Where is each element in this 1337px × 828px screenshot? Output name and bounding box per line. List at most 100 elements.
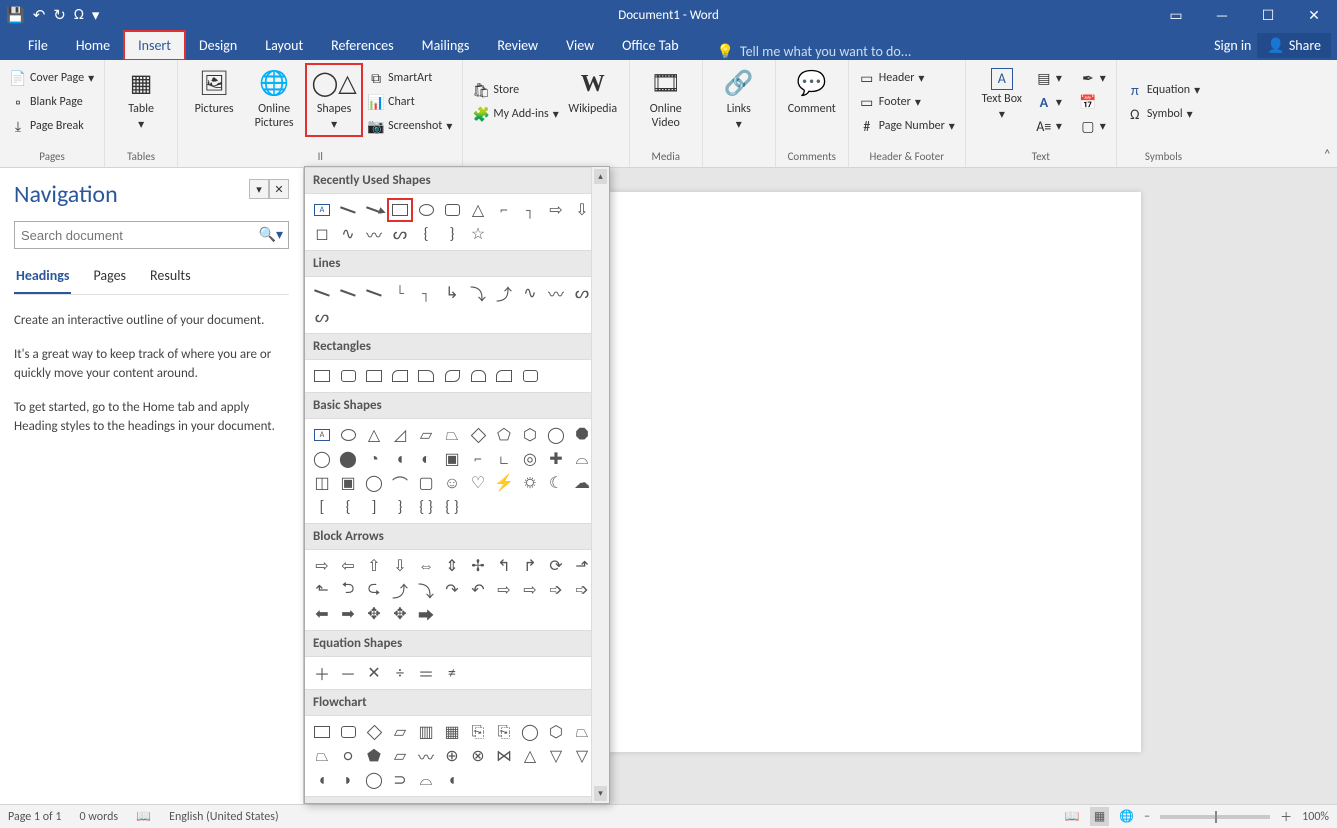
shape-free[interactable]: 〰 — [362, 223, 386, 245]
shape-arrow[interactable]: ⇕ — [440, 555, 464, 577]
shape-decision[interactable] — [362, 721, 386, 743]
subtab-pages[interactable]: Pages — [91, 261, 128, 294]
shape-rect[interactable] — [414, 365, 438, 387]
shape-frame[interactable]: ▣ — [440, 448, 464, 470]
shape-arrow[interactable]: ⇨ — [492, 579, 516, 601]
shape-arrow[interactable]: ⮌ — [336, 579, 360, 601]
shape-textbox[interactable]: A — [310, 199, 334, 221]
shape-arrow[interactable]: ⬏ — [570, 555, 594, 577]
shape-down-arrow[interactable]: ⇩ — [570, 199, 594, 221]
shape-rect[interactable] — [440, 365, 464, 387]
shape-sun[interactable]: ☼ — [518, 472, 542, 494]
shape-sum[interactable]: ⊕ — [440, 745, 464, 767]
shape-curve[interactable]: ⤴ — [492, 282, 516, 304]
shape-manual-input[interactable]: ⏢ — [570, 721, 594, 743]
shape-not-equal[interactable]: ≠ — [440, 662, 464, 684]
shape-teardrop[interactable]: ◐ — [414, 448, 438, 470]
shape-ellipse[interactable] — [414, 199, 438, 221]
shape-lshape[interactable]: ∟ — [492, 448, 516, 470]
cover-page-button[interactable]: 📄Cover Page ▾ — [8, 68, 96, 88]
tab-home[interactable]: Home — [62, 31, 124, 60]
ribbon-display-options-button[interactable]: ▭ — [1153, 0, 1199, 30]
shape-decagon[interactable]: ◯ — [310, 448, 334, 470]
chart-button[interactable]: 📊Chart — [366, 92, 454, 112]
shape-arrow[interactable]: ⤴ — [388, 579, 412, 601]
shape-seq[interactable]: ◯ — [362, 769, 386, 791]
shape-cross[interactable]: ✚ — [544, 448, 568, 470]
nav-dropdown-button[interactable]: ▾ — [249, 179, 269, 199]
shape-connector[interactable]: ○ — [336, 745, 360, 767]
restore-button[interactable]: ☐ — [1245, 0, 1291, 30]
shape-arrow[interactable]: ⟳ — [544, 555, 568, 577]
nav-close-button[interactable]: ✕ — [269, 179, 289, 199]
shape-cube[interactable]: ◫ — [310, 472, 334, 494]
shape-octagon[interactable]: ⯃ — [570, 424, 594, 446]
shape-multidoc[interactable]: ⎘ — [492, 721, 516, 743]
shape-offpage[interactable]: ⬟ — [362, 745, 386, 767]
shape-round-rect[interactable] — [336, 365, 360, 387]
shape-doc[interactable]: ⎘ — [466, 721, 490, 743]
shape-trap[interactable]: ⏢ — [440, 424, 464, 446]
shape-arrow[interactable]: ➩ — [570, 579, 594, 601]
shape-arc[interactable]: ⌒ — [388, 472, 412, 494]
redo-icon[interactable]: ↻ — [53, 6, 66, 25]
zoom-level[interactable]: 100% — [1302, 810, 1329, 824]
shape-arrow[interactable]: ↶ — [466, 579, 490, 601]
shape-divide[interactable]: ÷ — [388, 662, 412, 684]
shape-line[interactable] — [336, 282, 360, 304]
text-box-button[interactable]: AText Box▾ — [974, 64, 1030, 126]
shape-internal[interactable]: ▦ — [440, 721, 464, 743]
collapse-ribbon-button[interactable]: ˄ — [1323, 146, 1331, 163]
shape-arrow[interactable]: ✥ — [362, 603, 386, 625]
shape-rect[interactable] — [388, 365, 412, 387]
view-read-mode-button[interactable]: 📖 — [1065, 809, 1080, 824]
tab-mailings[interactable]: Mailings — [408, 31, 484, 60]
shape-manual-op[interactable]: ⏢ — [310, 745, 334, 767]
shape-lightning[interactable]: ⚡ — [492, 472, 516, 494]
symbol-button[interactable]: ΩSymbol ▾ — [1125, 104, 1202, 124]
shape-tape[interactable]: 〰 — [414, 745, 438, 767]
shape-process[interactable] — [310, 721, 334, 743]
shape-rect[interactable] — [492, 365, 516, 387]
shape-equal[interactable]: ＝ — [414, 662, 438, 684]
shape-brace-pair[interactable]: { } — [414, 496, 438, 518]
equation-button[interactable]: πEquation ▾ — [1125, 80, 1202, 100]
shape-callout[interactable]: ◻ — [310, 223, 334, 245]
shape-elbow[interactable]: └ — [388, 282, 412, 304]
shape-ellipse[interactable] — [336, 424, 360, 446]
shape-arrow[interactable]: ⇨ — [310, 555, 334, 577]
shape-dodecagon[interactable]: ⬤ — [336, 448, 360, 470]
shape-bevel[interactable]: ▣ — [336, 472, 360, 494]
shape-card[interactable]: ▱ — [388, 745, 412, 767]
my-addins-button[interactable]: 🧩My Add-ins ▾ — [471, 104, 560, 124]
zoom-in-button[interactable]: ＋ — [1280, 808, 1292, 825]
shape-triangle[interactable]: △ — [466, 199, 490, 221]
shape-rect[interactable] — [362, 365, 386, 387]
shape-chord[interactable]: ◖ — [388, 448, 412, 470]
qat-more-icon[interactable]: ▾ — [92, 6, 100, 25]
shape-arrow[interactable]: ➩ — [544, 579, 568, 601]
shape-bracket-r[interactable]: ] — [362, 496, 386, 518]
shape-predef[interactable]: ▥ — [414, 721, 438, 743]
shape-brace-r[interactable]: } — [388, 496, 412, 518]
shape-pie[interactable]: ◔ — [362, 448, 386, 470]
tell-me-box[interactable]: 💡 Tell me what you want to do... — [717, 43, 912, 60]
shape-arrow[interactable]: ↱ — [518, 555, 542, 577]
shape-line[interactable] — [310, 282, 334, 304]
shape-right-arrow[interactable]: ⇨ — [544, 199, 568, 221]
page-break-button[interactable]: ⤓Page Break — [8, 116, 96, 136]
shape-arrow[interactable]: ⮕ — [414, 603, 438, 625]
shape-free[interactable]: 〰 — [544, 282, 568, 304]
page-number-button[interactable]: #Page Number ▾ — [857, 116, 957, 136]
shape-arrow[interactable]: ⇨ — [518, 579, 542, 601]
shape-terminator[interactable]: ◯ — [518, 721, 542, 743]
scroll-down-button[interactable]: ▾ — [594, 786, 607, 801]
shape-free[interactable]: ᔕ — [310, 306, 334, 328]
shape-merge[interactable]: ▽ — [570, 745, 594, 767]
shape-display[interactable]: ◖ — [440, 769, 464, 791]
shape-l[interactable]: ⌐ — [466, 448, 490, 470]
subtab-headings[interactable]: Headings — [14, 261, 71, 294]
table-button[interactable]: ▦Table▾ — [113, 64, 169, 136]
shape-direct[interactable]: ⌓ — [414, 769, 438, 791]
shape-scribble[interactable]: ᔕ — [388, 223, 412, 245]
